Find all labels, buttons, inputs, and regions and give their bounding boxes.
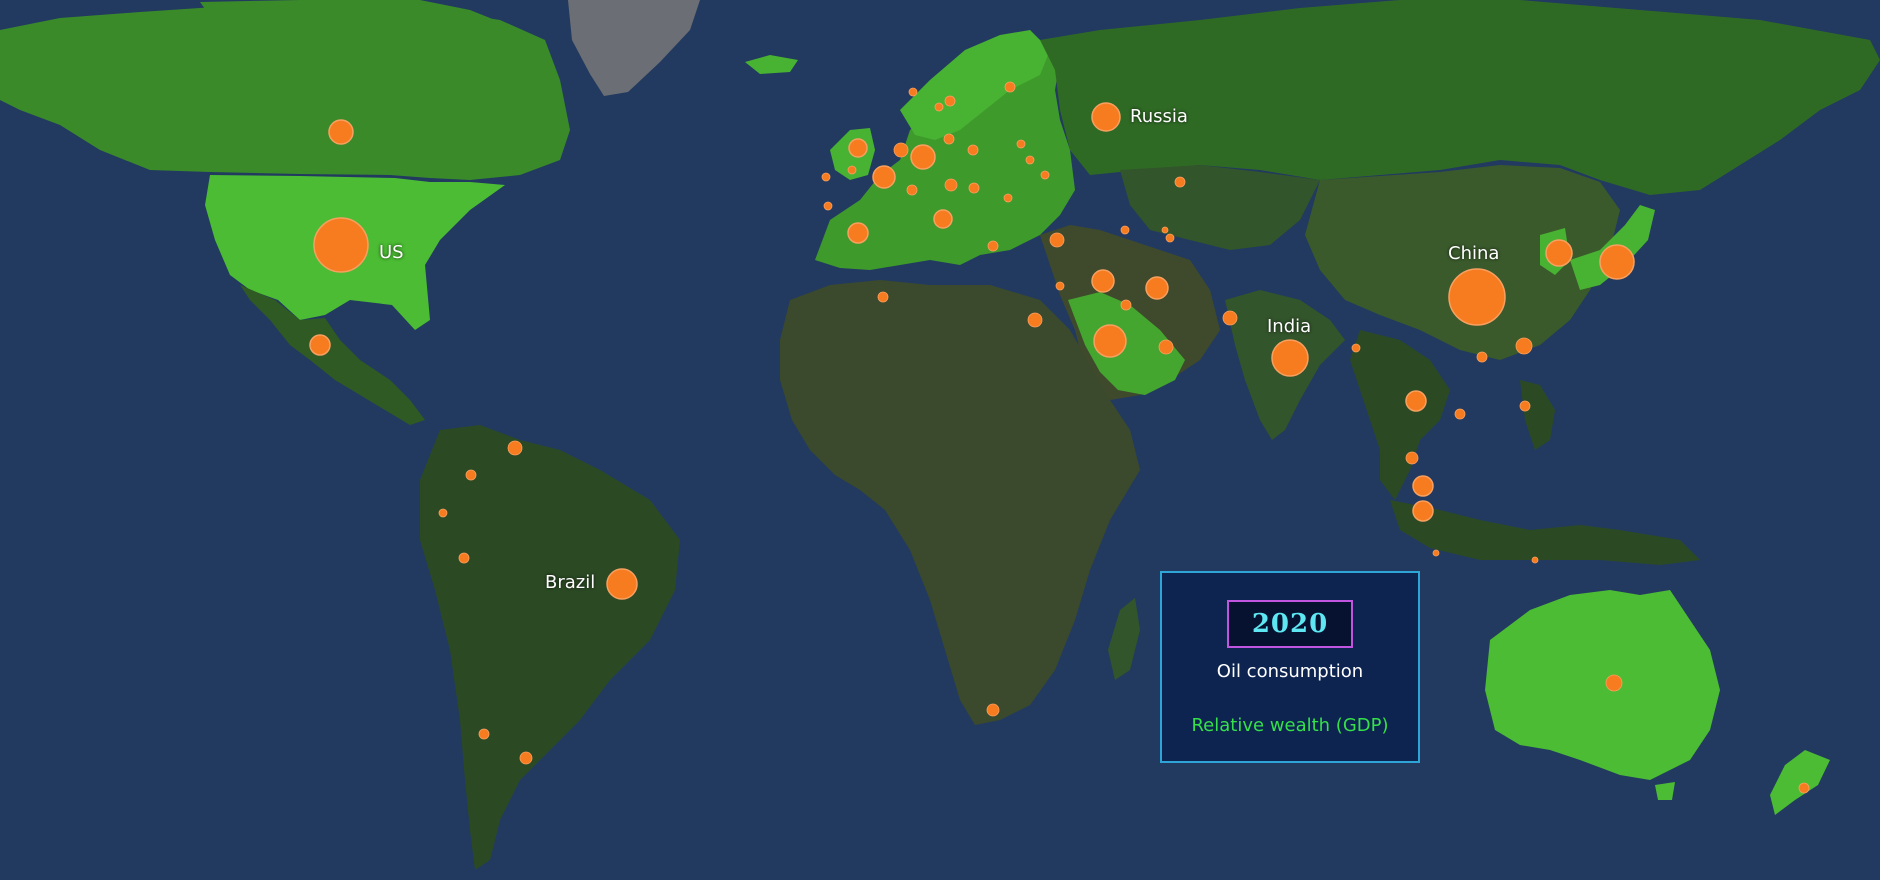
oil-bubble (438, 508, 448, 518)
oil-bubble (1120, 225, 1130, 235)
country-label-russia: Russia (1130, 106, 1188, 127)
oil-bubble (1448, 268, 1506, 326)
oil-bubble (1454, 408, 1466, 420)
oil-bubble (877, 291, 889, 303)
world-map (0, 0, 1880, 880)
oil-bubble (1027, 312, 1043, 328)
oil-bubble (465, 469, 477, 481)
oil-bubble (507, 440, 523, 456)
oil-bubble (933, 209, 953, 229)
oil-bubble (519, 751, 533, 765)
legend-oil-consumption: Oil consumption (1216, 661, 1364, 682)
oil-bubble (943, 133, 955, 145)
oil-bubble (1515, 337, 1533, 355)
legend-box: 2020 Oil consumption Relative wealth (GD… (1160, 571, 1420, 763)
oil-bubble (1798, 782, 1810, 794)
oil-bubble (1432, 549, 1440, 557)
oil-bubble (1476, 351, 1488, 363)
oil-bubble (910, 144, 936, 170)
country-label-us: US (379, 242, 404, 263)
oil-bubble (944, 95, 956, 107)
oil-bubble (1049, 232, 1065, 248)
oil-bubble (309, 334, 331, 356)
oil-bubble (821, 172, 831, 182)
oil-bubble (934, 102, 944, 112)
oil-bubble (313, 217, 369, 273)
oil-bubble (823, 201, 833, 211)
oil-bubble (1405, 451, 1419, 465)
oil-bubble (893, 142, 909, 158)
oil-bubble (1351, 343, 1361, 353)
oil-bubble (1093, 324, 1127, 358)
oil-bubble (328, 119, 354, 145)
oil-bubble (848, 138, 868, 158)
oil-bubble (906, 184, 918, 196)
oil-bubble (986, 703, 1000, 717)
oil-bubble (606, 568, 638, 600)
oil-bubble (1412, 500, 1434, 522)
country-label-india: India (1267, 316, 1312, 337)
oil-bubble (1120, 299, 1132, 311)
oil-bubble (968, 182, 980, 194)
oil-bubble (1091, 102, 1121, 132)
oil-bubble (1055, 281, 1065, 291)
oil-bubble (1025, 155, 1035, 165)
oil-bubble (458, 552, 470, 564)
oil-bubble (1412, 475, 1434, 497)
map-canvas (0, 0, 1880, 880)
oil-bubble (1531, 556, 1539, 564)
country-label-brazil: Brazil (545, 572, 596, 593)
oil-bubble (847, 222, 869, 244)
oil-bubble (908, 87, 918, 97)
oil-bubble (1145, 276, 1169, 300)
oil-bubble (1605, 674, 1623, 692)
oil-bubble (967, 144, 979, 156)
oil-bubble (1165, 233, 1175, 243)
country-label-china: China (1448, 243, 1500, 264)
oil-bubble (944, 178, 958, 192)
oil-bubble (1222, 310, 1238, 326)
oil-bubble (1599, 244, 1635, 280)
oil-bubble (1545, 239, 1573, 267)
oil-bubble (847, 165, 857, 175)
oil-bubble (1405, 390, 1427, 412)
oil-bubble (1091, 269, 1115, 293)
oil-bubble (872, 165, 896, 189)
oil-bubble (1271, 339, 1309, 377)
oil-bubble (1016, 139, 1026, 149)
year-label: 2020 (1227, 600, 1353, 648)
oil-bubble (1161, 226, 1169, 234)
oil-bubble (1158, 339, 1174, 355)
oil-bubble (1519, 400, 1531, 412)
oil-bubble (987, 240, 999, 252)
legend-relative-wealth: Relative wealth (GDP) (1191, 715, 1389, 736)
oil-bubble (1174, 176, 1186, 188)
oil-bubble (1004, 81, 1016, 93)
oil-bubble (478, 728, 490, 740)
oil-bubble (1003, 193, 1013, 203)
tasmania-shape (1655, 782, 1675, 800)
oil-bubble (1040, 170, 1050, 180)
